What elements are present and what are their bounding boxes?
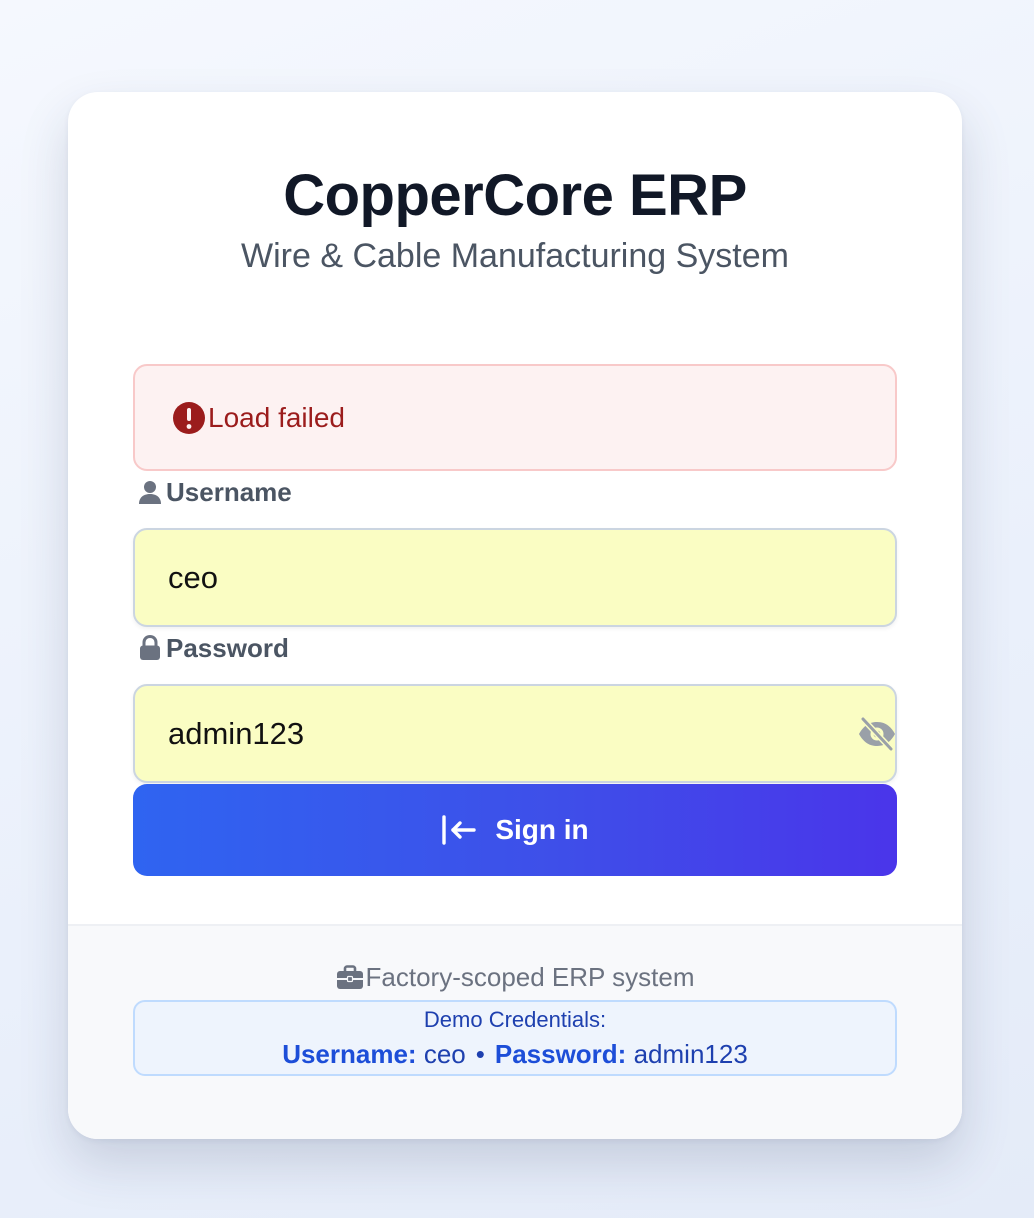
sign-in-arrow-icon [441,815,477,845]
sign-in-label: Sign in [495,814,589,845]
user-icon [138,479,162,505]
lock-icon [138,635,162,661]
demo-password-value: admin123 [633,1039,748,1069]
username-input[interactable] [168,559,808,596]
password-label: Password [138,632,289,664]
username-label: Username [138,476,292,508]
error-message: Load failed [208,401,346,433]
demo-username-value: ceo [423,1039,466,1069]
username-label-text: Username [166,476,292,507]
card-footer: Factory-scoped ERP system Demo Credentia… [68,924,962,1139]
exclamation-circle-icon [172,401,206,435]
demo-credentials-box: Demo Credentials: Username: ceo • Password… [133,1000,897,1076]
password-field[interactable] [133,684,897,783]
app-title: CopperCore ERP [283,163,747,228]
demo-credentials-line: Username: ceo • Password: admin123 [135,1037,895,1071]
footer-note-text: Factory-scoped ERP system [365,962,695,992]
demo-password-label: Password: [494,1039,627,1069]
eye-slash-icon[interactable] [857,716,897,752]
password-input[interactable] [168,715,808,752]
sign-in-button[interactable]: Sign in [133,784,897,876]
demo-credentials-title: Demo Credentials: [423,1007,607,1032]
footer-note: Factory-scoped ERP system [68,962,962,993]
briefcase-icon [336,964,364,991]
username-field[interactable] [133,528,897,627]
demo-separator: • [475,1039,485,1069]
app-subtitle: Wire & Cable Manufacturing System [241,237,789,275]
password-label-text: Password [166,632,289,663]
demo-username-label: Username: [282,1039,417,1069]
error-alert: Load failed [133,364,897,471]
login-card: CopperCore ERP Wire & Cable Manufacturin… [68,92,962,1139]
